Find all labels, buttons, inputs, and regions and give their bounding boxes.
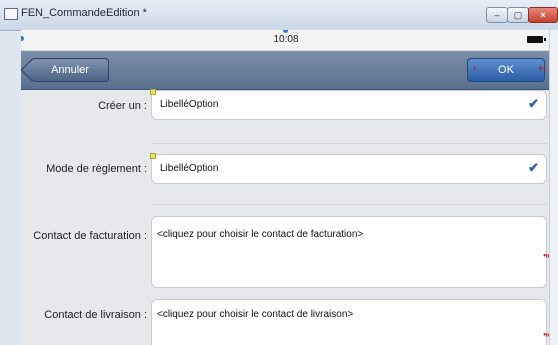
- device-frame: 10:08 Annuler OK › +‹ Créer un : Libellé…: [21, 30, 551, 345]
- window-titlebar: FEN_CommandeEdition * – ▢ ×: [0, 0, 558, 31]
- form-row-livraison: Contact de livraison : <cliquez pour cho…: [21, 295, 551, 345]
- picker-value: <cliquez pour choisir le contact de livr…: [157, 309, 354, 320]
- combo-creer[interactable]: LibelléOption ✔ •›: [150, 89, 551, 121]
- selection-handle[interactable]: [283, 30, 288, 33]
- divider: [151, 143, 547, 144]
- battery-icon: [527, 36, 546, 43]
- combo-value: LibelléOption: [160, 99, 219, 110]
- row-label: Créer un :: [98, 100, 147, 112]
- combo-value: LibelléOption: [160, 163, 219, 174]
- picker-contact-facturation[interactable]: <cliquez pour choisir le contact de fact…: [151, 216, 551, 288]
- status-time: 10:08: [273, 34, 299, 45]
- anchor-marker: [150, 153, 156, 159]
- combo-mode-reglement[interactable]: LibelléOption ✔ •›: [150, 153, 551, 185]
- close-button[interactable]: ×: [528, 7, 558, 23]
- window-icon: [4, 8, 18, 20]
- form-row-creer: Créer un : LibelléOption ✔ •›: [21, 89, 551, 150]
- row-label: Contact de facturation :: [33, 230, 147, 242]
- navigation-bar: Annuler OK › +‹: [21, 51, 551, 90]
- status-bar: 10:08: [21, 30, 551, 51]
- window-title: FEN_CommandeEdition *: [21, 7, 147, 19]
- scrollbar[interactable]: [549, 30, 558, 345]
- anchor-marker: [150, 89, 156, 95]
- divider: [151, 204, 547, 205]
- row-label: Mode de règlement :: [46, 163, 147, 175]
- minimize-button[interactable]: –: [486, 7, 508, 23]
- maximize-button[interactable]: ▢: [507, 7, 529, 23]
- form-row-facturation: Contact de facturation : <cliquez pour c…: [21, 216, 551, 292]
- checkmark-icon[interactable]: ✔: [528, 160, 539, 176]
- cancel-button[interactable]: Annuler: [31, 58, 109, 82]
- form-row-reglement: Mode de règlement : LibelléOption ✔ •›: [21, 150, 551, 210]
- checkmark-icon[interactable]: ✔: [528, 96, 539, 112]
- picker-value: <cliquez pour choisir le contact de fact…: [157, 229, 364, 240]
- picker-contact-livraison[interactable]: <cliquez pour choisir le contact de livr…: [151, 299, 551, 345]
- anchor-arrow-icon: ›: [473, 63, 476, 73]
- ok-button[interactable]: OK: [467, 58, 545, 82]
- anchor-arrow-icon: +‹: [538, 63, 547, 73]
- row-label: Contact de livraison :: [44, 309, 147, 321]
- form-content: Créer un : LibelléOption ✔ •› Mode de rè…: [21, 89, 551, 345]
- cancel-button-label: Annuler: [51, 64, 89, 76]
